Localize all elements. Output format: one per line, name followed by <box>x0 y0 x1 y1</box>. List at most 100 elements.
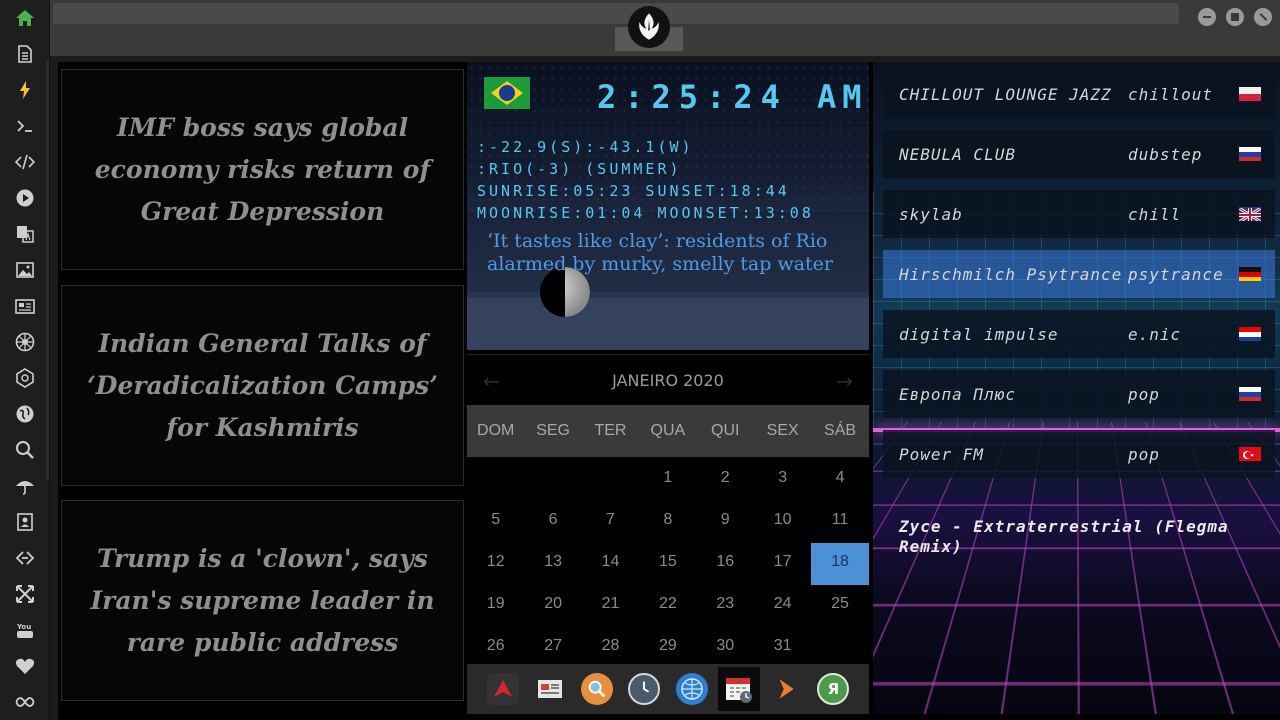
media-player-icon[interactable] <box>765 667 807 711</box>
calendar-widget: ← JANEIRO 2020 → DOM SEG TER QUA QUI SEX… <box>467 354 869 664</box>
calendar-day[interactable]: 25 <box>811 585 868 627</box>
calendar-day[interactable]: 21 <box>582 585 639 627</box>
minimize-button[interactable] <box>1198 8 1216 26</box>
calendar-day[interactable]: 12 <box>467 543 524 585</box>
lightning-icon[interactable] <box>12 77 38 103</box>
calendar-week: 12 13 14 15 16 17 18 <box>467 543 869 585</box>
infinity-icon[interactable] <box>12 689 38 715</box>
local-news-headline[interactable]: ‘It tastes like clay’: residents of Rio … <box>487 230 859 276</box>
calendar-day[interactable]: 8 <box>639 501 696 543</box>
umbrella-icon[interactable] <box>12 473 38 499</box>
news-item[interactable]: Trump is a 'clown', says Iran's supreme … <box>61 500 464 701</box>
document-icon[interactable] <box>12 41 38 67</box>
youtube-icon[interactable]: You <box>12 617 38 643</box>
calendar-day[interactable]: 6 <box>524 501 581 543</box>
germany-flag-icon <box>1239 267 1261 281</box>
calendar-day[interactable]: 17 <box>754 543 811 585</box>
search-icon[interactable] <box>12 437 38 463</box>
calendar-week: 26 27 28 29 30 31 <box>467 627 869 669</box>
calendar-day[interactable] <box>524 459 581 501</box>
station-genre: dubstep <box>1128 144 1203 164</box>
calendar-day[interactable] <box>582 459 639 501</box>
news-item[interactable]: Indian General Talks of ‘Deradicalizatio… <box>61 285 464 486</box>
calendar-day[interactable]: 5 <box>467 501 524 543</box>
calendar-day[interactable]: 23 <box>697 585 754 627</box>
app-dock: Я <box>467 664 869 714</box>
station-row[interactable]: NEBULA CLUB dubstep <box>883 130 1275 178</box>
expand-icon[interactable] <box>12 581 38 607</box>
search-app-icon[interactable] <box>576 667 618 711</box>
calendar-day[interactable]: 15 <box>639 543 696 585</box>
code-icon[interactable] <box>12 149 38 175</box>
location-text: :RIO(-3) (SUMMER) <box>477 160 682 178</box>
calendar-day[interactable]: 20 <box>524 585 581 627</box>
home-icon[interactable] <box>12 5 38 31</box>
address-bar[interactable] <box>53 3 1179 24</box>
maximize-button[interactable] <box>1226 8 1244 26</box>
arch-icon[interactable] <box>482 667 524 711</box>
heart-icon[interactable] <box>12 653 38 679</box>
calendar-day[interactable]: 1 <box>639 459 696 501</box>
calendar-day[interactable]: 30 <box>697 627 754 669</box>
station-row[interactable]: digital impulse e.nic <box>883 310 1275 358</box>
station-row[interactable]: skylab chill <box>883 190 1275 238</box>
sidebar-scrollbar[interactable] <box>46 60 49 480</box>
calendar-day[interactable]: 7 <box>582 501 639 543</box>
calendar-day[interactable]: 10 <box>754 501 811 543</box>
station-row[interactable]: Европа Плюс pop <box>883 370 1275 418</box>
calendar-day[interactable]: 28 <box>582 627 639 669</box>
calendar-header: ← JANEIRO 2020 → <box>467 355 869 405</box>
yandex-icon[interactable]: Я <box>812 667 854 711</box>
calendar-day[interactable]: 2 <box>697 459 754 501</box>
calendar-day[interactable]: 22 <box>639 585 696 627</box>
calendar-day[interactable]: 19 <box>467 585 524 627</box>
calendar-day[interactable]: 29 <box>639 627 696 669</box>
station-row[interactable]: Power FM pop <box>883 430 1275 478</box>
moon-times-text: MOONRISE:01:04 MOONSET:13:08 <box>477 204 814 222</box>
calendar-day[interactable]: 27 <box>524 627 581 669</box>
news-reader-icon[interactable] <box>529 667 571 711</box>
calendar-day[interactable]: 14 <box>582 543 639 585</box>
calendar-app-icon[interactable] <box>717 667 760 711</box>
contacts-icon[interactable] <box>12 509 38 535</box>
galactic-empire-icon[interactable] <box>12 365 38 391</box>
globe-icon[interactable] <box>12 401 38 427</box>
weekday-label: TER <box>594 422 627 439</box>
clock-ampm: AM <box>817 78 868 116</box>
calendar-day[interactable]: 24 <box>754 585 811 627</box>
translate-icon[interactable] <box>12 221 38 247</box>
station-name: Hirschmilch Psytrance <box>899 264 1123 284</box>
radio-station-list: CHILLOUT LOUNGE JAZZ chillout NEBULA CLU… <box>873 62 1280 714</box>
calendar-day[interactable]: 31 <box>754 627 811 669</box>
calendar-day[interactable] <box>467 459 524 501</box>
calendar-day[interactable]: 13 <box>524 543 581 585</box>
link-icon[interactable] <box>12 545 38 571</box>
prev-month-button[interactable]: ← <box>483 369 500 393</box>
calendar-day[interactable]: 26 <box>467 627 524 669</box>
app-sidebar: You <box>0 0 50 720</box>
next-month-button[interactable]: → <box>836 369 853 393</box>
calendar-day-today[interactable]: 18 <box>811 543 869 585</box>
calendar-day[interactable]: 11 <box>811 501 868 543</box>
clock-app-icon[interactable] <box>623 667 665 711</box>
calendar-day[interactable]: 4 <box>811 459 868 501</box>
station-row-selected[interactable]: Hirschmilch Psytrance psytrance <box>883 250 1275 298</box>
close-button[interactable] <box>1254 8 1272 26</box>
news-icon[interactable] <box>12 293 38 319</box>
terminal-icon[interactable] <box>12 113 38 139</box>
station-row[interactable]: CHILLOUT LOUNGE JAZZ chillout <box>883 70 1275 118</box>
image-icon[interactable] <box>12 257 38 283</box>
now-playing-track: Zyce - Extraterrestrial (Flegma Remix) <box>899 517 1229 556</box>
calendar-day[interactable] <box>811 627 868 669</box>
clock-time: 2:25:24 <box>597 78 788 116</box>
calendar-day[interactable]: 16 <box>697 543 754 585</box>
play-icon[interactable] <box>12 185 38 211</box>
calendar-day[interactable]: 9 <box>697 501 754 543</box>
browser-globe-icon[interactable] <box>671 667 713 711</box>
brazil-flag-icon[interactable] <box>484 77 530 109</box>
weekday-header: DOM SEG TER QUA QUI SEX SÁB <box>467 405 869 457</box>
station-genre: pop <box>1128 444 1160 464</box>
calendar-day[interactable]: 3 <box>754 459 811 501</box>
news-item[interactable]: IMF boss says global economy risks retur… <box>61 69 464 270</box>
rebel-alliance-icon[interactable] <box>12 329 38 355</box>
